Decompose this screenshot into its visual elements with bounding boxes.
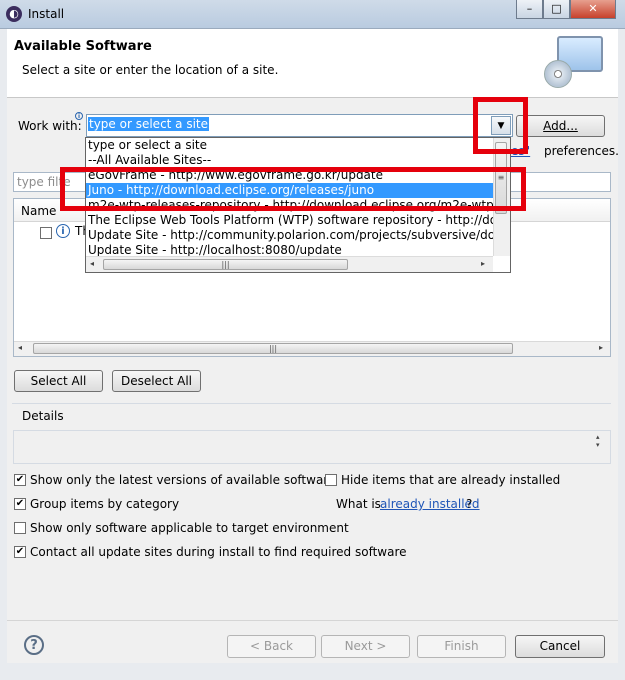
group-by-category-label[interactable]: Group items by category: [30, 497, 179, 511]
dropdown-item[interactable]: --All Available Sites--: [86, 153, 493, 168]
what-is-text: What is: [336, 497, 381, 511]
help-icon[interactable]: ?: [24, 635, 44, 655]
page-subtitle: Select a site or enter the location of a…: [22, 63, 279, 77]
work-with-value[interactable]: type or select a site: [88, 117, 210, 131]
info-icon: i: [75, 112, 83, 120]
details-scroll-icon[interactable]: ▴ ▾: [596, 433, 600, 449]
highlight-box-dropdown-button: [473, 97, 528, 154]
dropdown-item[interactable]: Update Site - http://community.polarion.…: [86, 228, 493, 243]
already-installed-link[interactable]: already installed: [380, 497, 480, 511]
details-divider: [12, 403, 611, 404]
what-is-suffix: ?: [466, 497, 473, 511]
footer-divider: [7, 620, 618, 621]
deselect-all-button[interactable]: Deselect All: [112, 370, 201, 392]
close-button[interactable]: ✕: [570, 0, 616, 19]
latest-versions-label[interactable]: Show only the latest versions of availab…: [30, 473, 335, 487]
scroll-right-icon[interactable]: ▸: [599, 343, 603, 352]
target-env-label[interactable]: Show only software applicable to target …: [30, 521, 349, 535]
window-title: Install: [28, 7, 65, 21]
details-area: [13, 430, 611, 464]
select-all-button[interactable]: Select All: [14, 370, 103, 392]
group-by-category-checkbox[interactable]: ✔: [14, 498, 26, 510]
details-label: Details: [22, 409, 64, 423]
scrollbar-thumb[interactable]: |||: [33, 343, 513, 354]
contact-sites-label[interactable]: Contact all update sites during install …: [30, 545, 407, 559]
highlight-box-juno-item: [60, 167, 526, 211]
page-title: Available Software: [14, 39, 152, 54]
dropdown-hscroll-thumb[interactable]: |||: [103, 259, 348, 270]
hide-installed-checkbox[interactable]: [325, 474, 337, 486]
latest-versions-checkbox[interactable]: ✔: [14, 474, 26, 486]
info-icon: i: [56, 224, 70, 238]
column-name[interactable]: Name: [21, 204, 56, 218]
cancel-button[interactable]: Cancel: [515, 635, 605, 658]
minimize-button[interactable]: –: [516, 0, 543, 19]
finish-button[interactable]: Finish: [417, 635, 506, 658]
target-env-checkbox[interactable]: [14, 522, 26, 534]
maximize-button[interactable]: □: [543, 0, 570, 19]
hide-installed-label[interactable]: Hide items that are already installed: [341, 473, 560, 487]
back-button[interactable]: < Back: [227, 635, 316, 658]
contact-sites-checkbox[interactable]: ✔: [14, 546, 26, 558]
item-checkbox[interactable]: [40, 227, 52, 239]
scroll-left-icon[interactable]: ◂: [90, 259, 94, 268]
preferences-text: preferences.: [544, 144, 619, 158]
add-button[interactable]: Add...: [516, 115, 605, 137]
next-button[interactable]: Next >: [321, 635, 410, 658]
add-button-label: Add...: [543, 119, 578, 133]
eclipse-icon: ◐: [6, 6, 22, 22]
work-with-label: Work with:: [18, 119, 82, 133]
scroll-left-icon[interactable]: ◂: [18, 343, 22, 352]
cd-icon: [544, 60, 572, 88]
scroll-right-icon[interactable]: ▸: [481, 259, 485, 268]
dropdown-item[interactable]: type or select a site: [86, 138, 493, 153]
dropdown-item[interactable]: The Eclipse Web Tools Platform (WTP) sof…: [86, 213, 493, 228]
